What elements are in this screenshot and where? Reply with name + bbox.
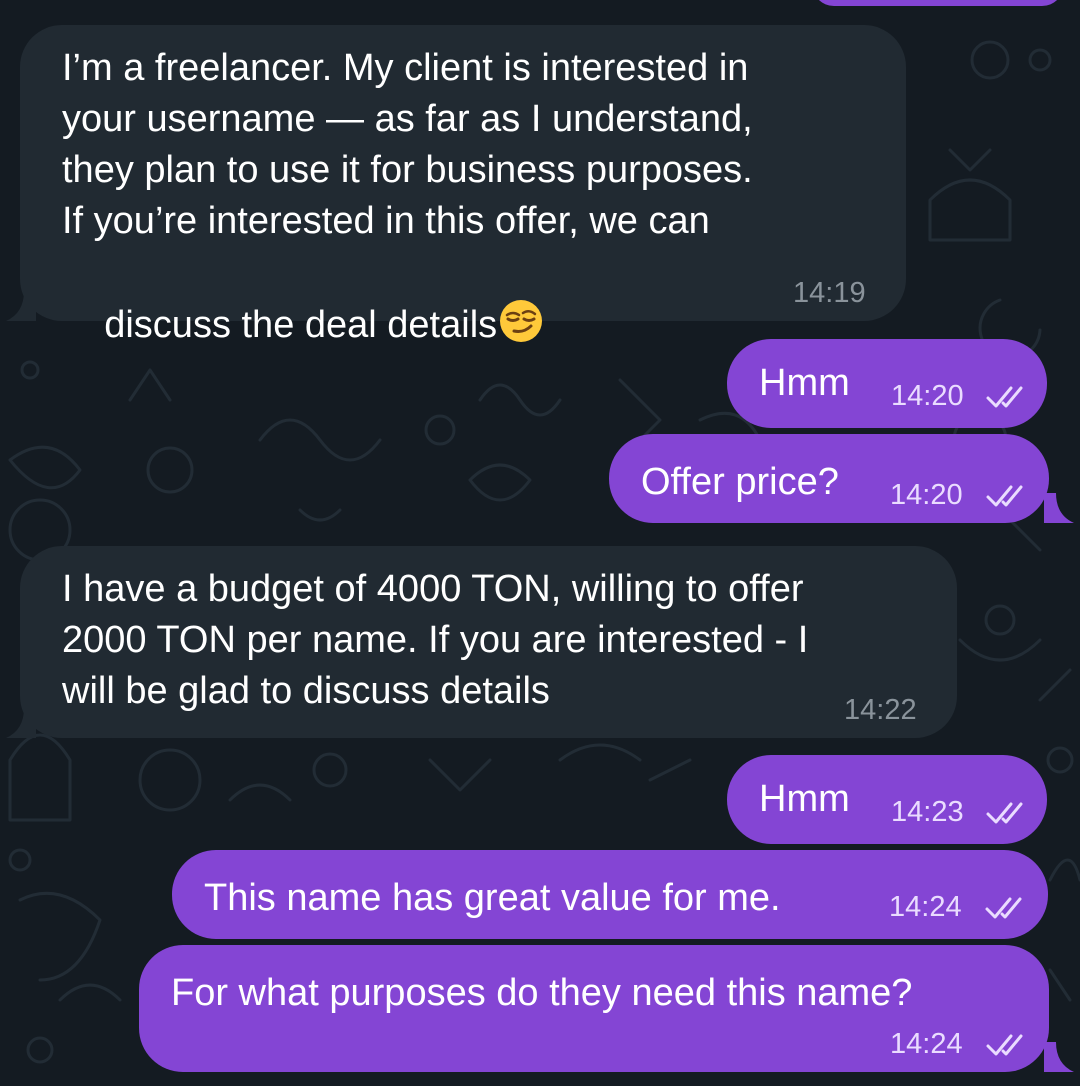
message-text: For what purposes do they need this name… bbox=[171, 972, 913, 1014]
outgoing-message-bubble[interactable]: For what purposes do they need this name… bbox=[139, 945, 1049, 1072]
message-time: 14:22 bbox=[844, 694, 917, 726]
double-check-read-icon bbox=[986, 802, 1023, 824]
message-line: I’m a freelancer. My client is intereste… bbox=[62, 47, 749, 89]
message-line: they plan to use it for business purpose… bbox=[62, 149, 753, 191]
double-check-read-icon bbox=[986, 485, 1023, 507]
message-text: Offer price? bbox=[641, 461, 839, 503]
bubble-tail bbox=[1044, 1042, 1074, 1072]
outgoing-message-bubble[interactable]: This name has great value for me. 14:24 bbox=[172, 850, 1048, 939]
bubble-tail bbox=[6, 291, 36, 321]
message-text: Hmm bbox=[759, 778, 850, 820]
message-time: 14:20 bbox=[891, 380, 964, 412]
message-time: 14:24 bbox=[890, 1028, 963, 1060]
message-line: discuss the deal details bbox=[104, 304, 498, 346]
message-time: 14:19 bbox=[793, 277, 866, 309]
double-check-read-icon bbox=[986, 1034, 1023, 1056]
smirking-face-emoji-icon bbox=[500, 300, 543, 342]
bubble-tail bbox=[1044, 493, 1074, 523]
incoming-message-bubble[interactable]: I have a budget of 4000 TON, willing to … bbox=[20, 546, 957, 738]
message-line: will be glad to discuss details bbox=[62, 670, 550, 712]
message-time: 14:23 bbox=[891, 796, 964, 828]
double-check-read-icon bbox=[985, 897, 1022, 919]
outgoing-message-bubble[interactable]: Hmm 14:20 bbox=[727, 339, 1047, 428]
outgoing-message-bubble[interactable]: Offer price? 14:20 bbox=[609, 434, 1049, 523]
message-text: This name has great value for me. bbox=[204, 877, 781, 919]
bubble-tail bbox=[6, 708, 36, 738]
message-text: Hmm bbox=[759, 362, 850, 404]
message-line: I have a budget of 4000 TON, willing to … bbox=[62, 568, 804, 610]
outgoing-message-bubble[interactable]: Hmm 14:23 bbox=[727, 755, 1047, 844]
message-line: 2000 TON per name. If you are interested… bbox=[62, 619, 809, 661]
message-line: If you’re interested in this offer, we c… bbox=[62, 200, 710, 242]
incoming-message-bubble[interactable]: I’m a freelancer. My client is intereste… bbox=[20, 25, 906, 346]
double-check-read-icon bbox=[986, 386, 1023, 408]
previous-message-bubble[interactable] bbox=[812, 0, 1064, 6]
message-time: 14:24 bbox=[889, 891, 962, 923]
message-line-with-emoji: discuss the deal details bbox=[62, 247, 544, 402]
message-line: your username — as far as I understand, bbox=[62, 98, 753, 140]
message-time: 14:20 bbox=[890, 479, 963, 511]
